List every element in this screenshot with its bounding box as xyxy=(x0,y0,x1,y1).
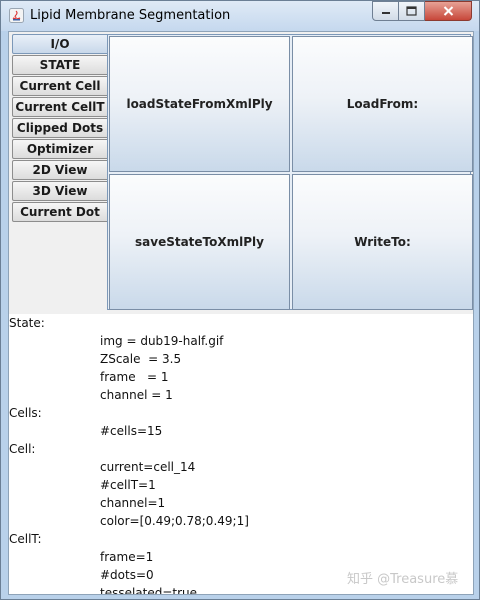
output-line: Cells: xyxy=(9,406,42,420)
tab-optimizer[interactable]: Optimizer xyxy=(12,139,108,159)
maximize-button[interactable] xyxy=(399,1,425,21)
tab-clipped-dots[interactable]: Clipped Dots xyxy=(12,118,108,138)
maximize-icon xyxy=(406,6,417,16)
tab-3d-view[interactable]: 3D View xyxy=(12,181,108,201)
close-button[interactable] xyxy=(425,1,472,21)
window-controls xyxy=(372,1,474,21)
output-line: #cells=15 xyxy=(100,424,163,438)
window-title: Lipid Membrane Segmentation xyxy=(30,8,231,23)
output-line: #cellT=1 xyxy=(100,478,156,492)
tab-2d-view[interactable]: 2D View xyxy=(12,160,108,180)
output-line: frame = 1 xyxy=(100,370,169,384)
minimize-button[interactable] xyxy=(372,1,399,21)
java-icon xyxy=(9,8,24,23)
tab-current-cell[interactable]: Current Cell xyxy=(12,76,108,96)
write-to-button[interactable]: WriteTo: xyxy=(292,174,473,310)
app-window: Lipid Membrane Segmentation I/O STATE Cu… xyxy=(0,0,480,600)
output-line: ZScale = 3.5 xyxy=(100,352,182,366)
watermark-text: 知乎 @Treasure慕 xyxy=(347,572,459,587)
close-icon xyxy=(443,6,453,16)
output-line: CellT: xyxy=(9,532,42,546)
output-line: channel=1 xyxy=(100,496,166,510)
title-bar[interactable]: Lipid Membrane Segmentation xyxy=(1,1,479,31)
load-state-button[interactable]: loadStateFromXmlPly xyxy=(109,36,290,172)
output-line: Cell: xyxy=(9,442,36,456)
minimize-icon xyxy=(381,12,390,14)
output-line: current=cell_14 xyxy=(100,460,196,474)
output-line: frame=1 xyxy=(100,550,154,564)
client-area: I/O STATE Current Cell Current CellT Cli… xyxy=(8,31,474,595)
tab-current-dot[interactable]: Current Dot xyxy=(12,202,108,222)
output-line: color=[0.49;0.78;0.49;1] xyxy=(100,514,249,528)
save-state-button[interactable]: saveStateToXmlPly xyxy=(109,174,290,310)
io-button-panel: loadStateFromXmlPly LoadFrom: saveStateT… xyxy=(107,34,473,310)
tab-io[interactable]: I/O xyxy=(12,34,108,54)
output-line: State: xyxy=(9,316,45,330)
tab-strip: I/O STATE Current Cell Current CellT Cli… xyxy=(12,34,108,223)
output-line: channel = 1 xyxy=(100,388,173,402)
tab-state[interactable]: STATE xyxy=(12,55,108,75)
tab-current-cellt[interactable]: Current CellT xyxy=(12,97,108,117)
state-output-text-area[interactable]: State: img = dub19-half.gif ZScale = 3.5 fr… xyxy=(9,314,473,594)
load-from-button[interactable]: LoadFrom: xyxy=(292,36,473,172)
output-line: img = dub19-half.gif xyxy=(100,334,224,348)
